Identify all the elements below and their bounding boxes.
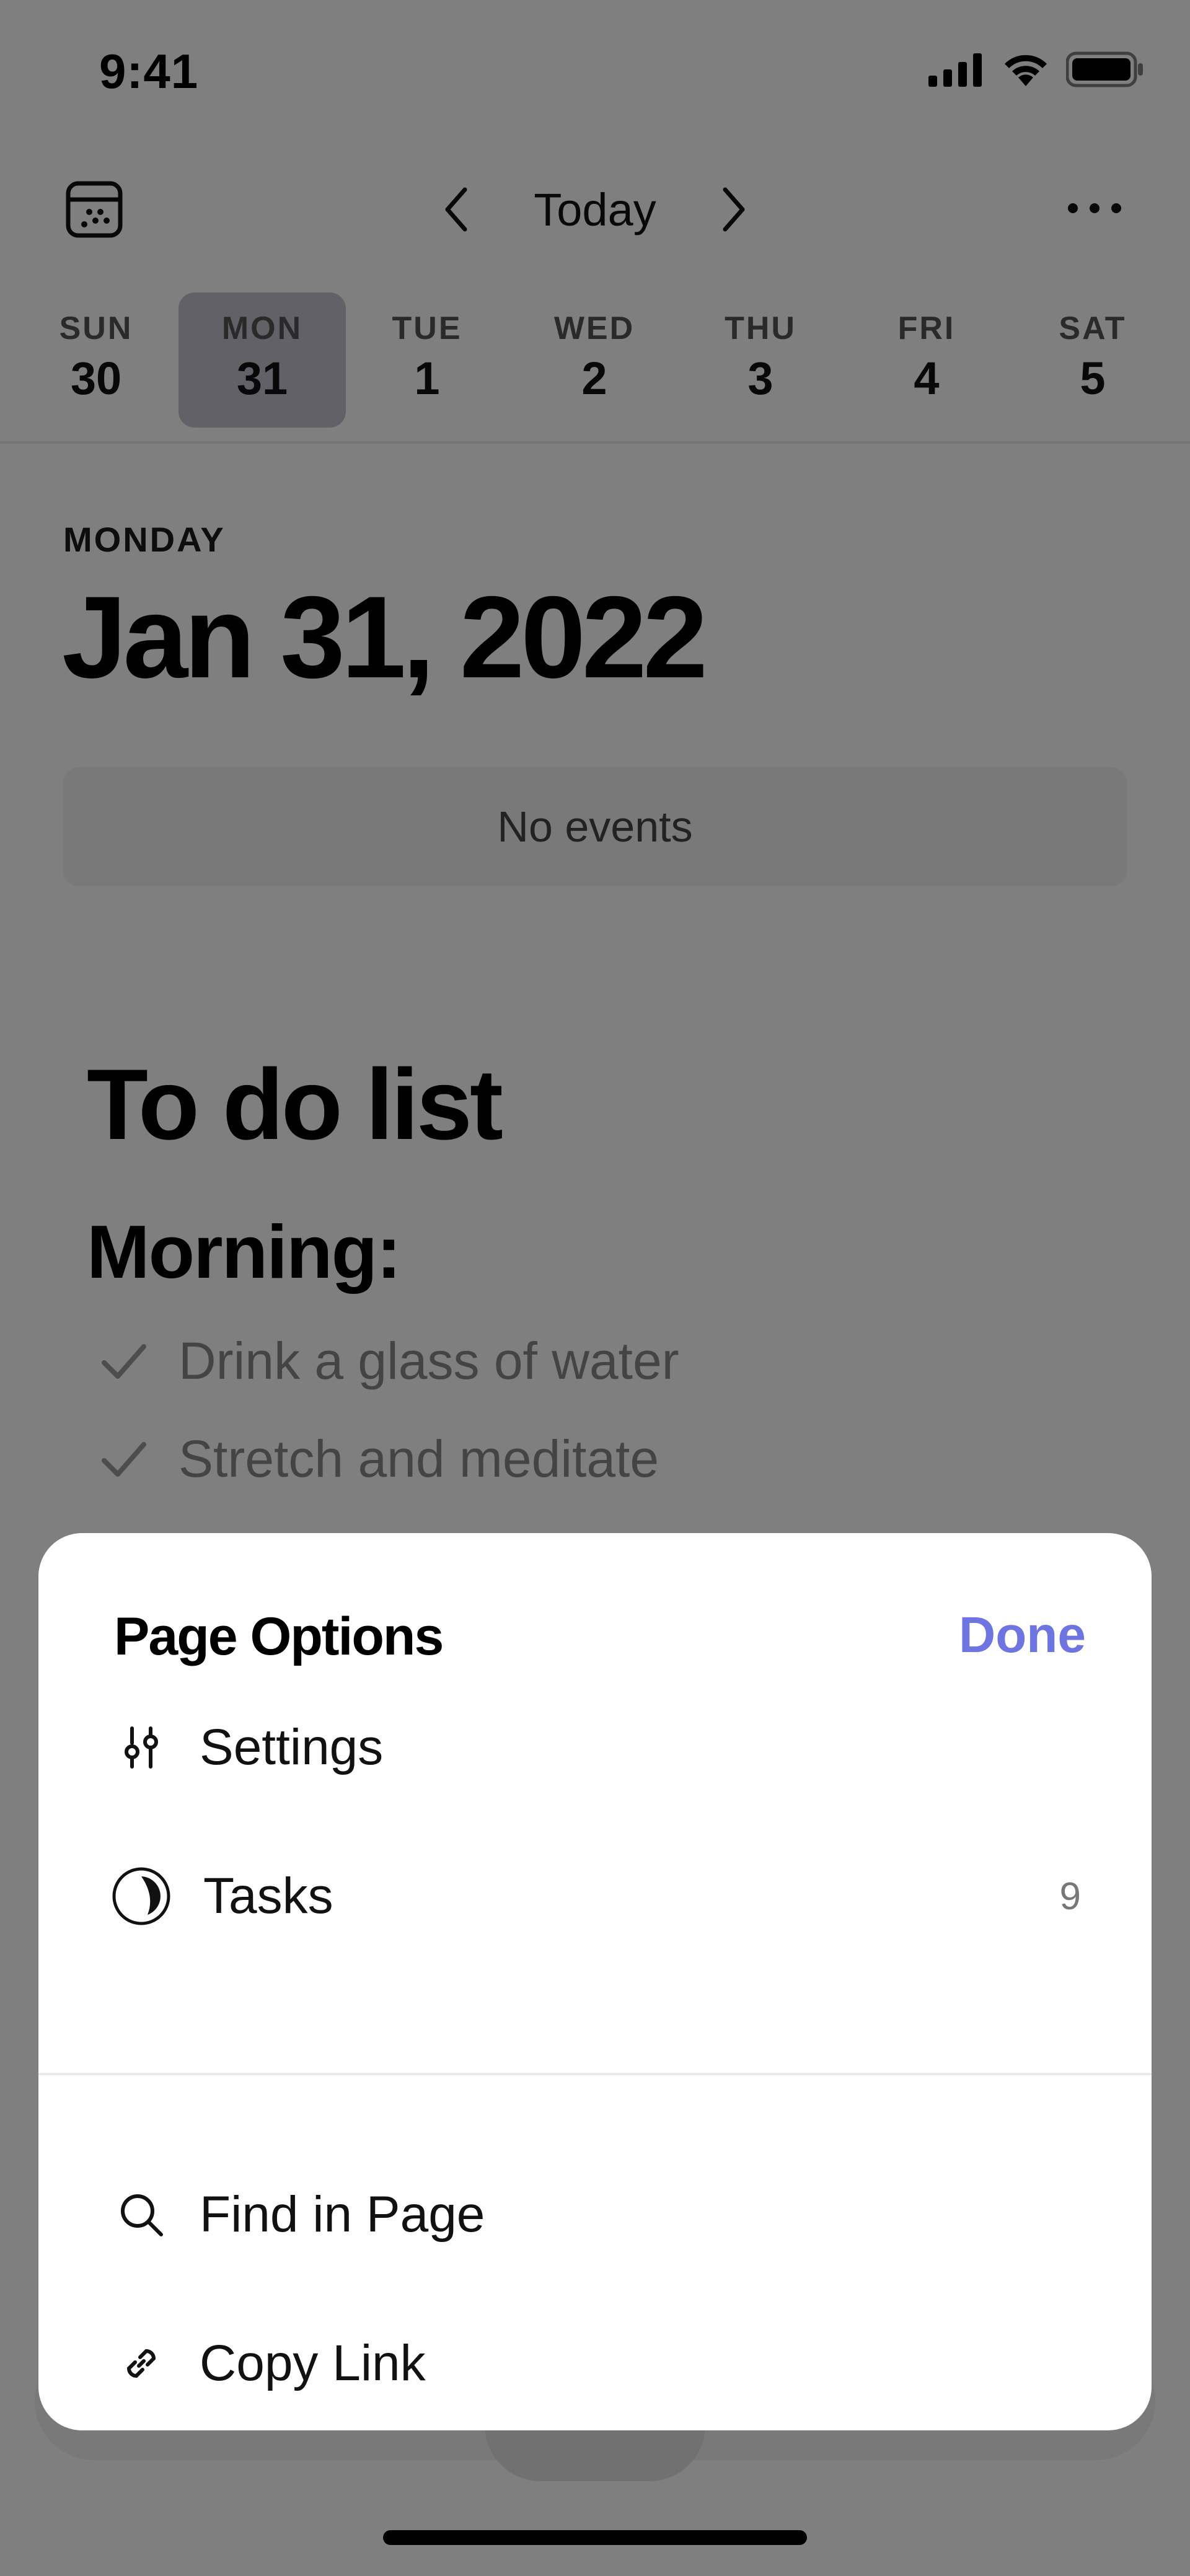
done-button[interactable]: Done <box>959 1606 1086 1664</box>
menu-item-tasks[interactable]: Tasks 9 <box>112 1853 1081 1940</box>
menu-item-find-in-page[interactable]: Find in Page <box>114 2171 1081 2258</box>
sliders-icon <box>110 1717 172 1778</box>
sheet-title: Page Options <box>114 1607 444 1666</box>
page-options-sheet: Page Options Done Settings Tasks 9 Find … <box>38 1533 1152 2430</box>
app-screen: 9:41 <box>0 0 1190 2576</box>
menu-item-label: Find in Page <box>200 2186 485 2243</box>
menu-item-settings[interactable]: Settings <box>114 1704 1081 1791</box>
home-indicator[interactable] <box>383 2530 807 2545</box>
search-icon <box>110 2184 172 2246</box>
progress-circle-icon <box>110 1865 172 1927</box>
menu-item-label: Settings <box>200 1719 384 1775</box>
menu-item-label: Copy Link <box>200 2335 426 2391</box>
tasks-count: 9 <box>1059 1875 1081 1918</box>
divider <box>38 2073 1152 2075</box>
menu-item-copy-link[interactable]: Copy Link <box>114 2320 1081 2407</box>
link-icon <box>110 2332 172 2394</box>
menu-item-label: Tasks <box>203 1868 333 1924</box>
